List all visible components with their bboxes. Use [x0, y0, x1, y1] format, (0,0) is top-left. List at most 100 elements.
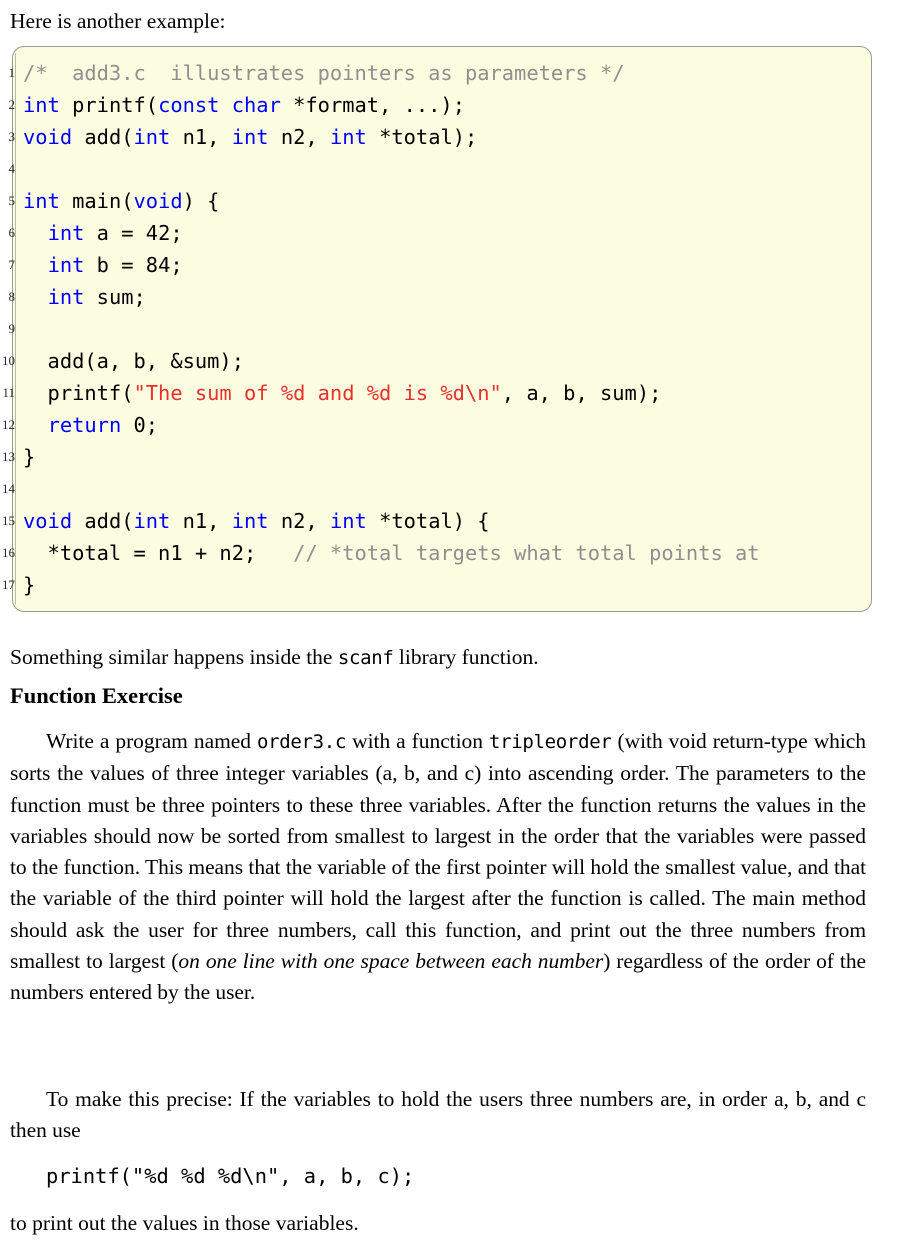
code-line: 1 /* add3.c illustrates pointers as param… [9, 57, 871, 89]
line-number: 16 [2, 545, 15, 560]
code-token-kw: void [133, 189, 183, 213]
code-token-kw: const [158, 93, 220, 117]
code-token-kw: int [23, 189, 60, 213]
document-page: Here is another example: 1 /* add3.c illu… [0, 0, 918, 1250]
intro-text: Here is another example: [10, 9, 226, 33]
code-token-pln: b = 84; [84, 253, 183, 277]
code-line: 13} [2, 441, 871, 473]
closing-paragraph: to print out the values in those variabl… [10, 1208, 359, 1238]
code-listing-box: 1 /* add3.c illustrates pointers as param… [2, 46, 872, 612]
code-line: 5 int main(void) { [9, 185, 871, 217]
line-number: 9 [8, 321, 16, 336]
code-line-text: int main(void) { [23, 185, 219, 217]
code-line: 15 void add(int n1, int n2, int *total) { [2, 505, 871, 537]
code-token-kw: int [133, 125, 171, 149]
code-token-cmt: // *total targets what total points at [293, 541, 760, 565]
line-number: 8 [8, 289, 16, 304]
code-line-text: void add(int n1, int n2, int *total); [23, 121, 477, 153]
line-number: 10 [2, 353, 15, 368]
code-token-pln: *format, ...); [280, 93, 465, 117]
line-number: 3 [8, 129, 16, 144]
code-lines: 1 /* add3.c illustrates pointers as param… [2, 57, 871, 601]
code-token-kw: int [329, 509, 367, 533]
code-token-kw: return [47, 413, 122, 437]
line-number: 14 [2, 481, 15, 496]
code-token-kw: int [47, 285, 85, 309]
line-number: 12 [2, 417, 15, 432]
inline-code-scanf: scanf [337, 647, 394, 669]
code-token-pln: add( [72, 509, 134, 533]
code-token-pln: *total); [366, 125, 478, 149]
code-token-cmt: /* add3.c illustrates pointers as parame… [23, 61, 625, 85]
code-token-kw: void [23, 125, 73, 149]
line-number: 15 [2, 513, 15, 528]
code-token-pln [219, 93, 231, 117]
code-line-text: add(a, b, &sum); [23, 345, 244, 377]
line-number: 6 [8, 225, 16, 240]
code-line: 8 int sum; [9, 281, 871, 313]
code-line-text: printf("The sum of %d and %d is %d\n", a… [23, 377, 662, 409]
code-line: 11 printf("The sum of %d and %d is %d\n"… [2, 377, 871, 409]
code-token-pln: ) { [182, 189, 220, 213]
code-line: 17} [2, 569, 871, 601]
code-line: 9 [9, 313, 871, 345]
code-token-pln: add( [72, 125, 134, 149]
line-number: 17 [2, 577, 15, 592]
code-token-pln: *total) { [366, 509, 490, 533]
code-token-pln: n2, [268, 509, 330, 533]
code-token-kw: int [329, 125, 367, 149]
line-number: 4 [8, 161, 16, 176]
scanf-text-after: library function. [393, 645, 539, 669]
code-token-pln: sum; [84, 285, 146, 309]
scanf-text-before: Something similar happens inside the [10, 645, 338, 669]
code-line: 3 void add(int n1, int n2, int *total); [9, 121, 871, 153]
code-line-text: } [23, 441, 35, 473]
inline-code-tripleorder: tripleorder [488, 731, 612, 753]
exercise-text-p2: To make this precise: If the variables t… [10, 1087, 866, 1143]
exercise-emphasis: on one line with one space between each … [178, 949, 604, 974]
code-line: 6 int a = 42; [9, 217, 871, 249]
printf-snippet: printf("%d %d %d\n", a, b, c); [46, 1164, 415, 1188]
code-token-pln: add(a, b, &sum); [23, 349, 244, 373]
code-token-kw: int [47, 221, 85, 245]
line-number: 13 [2, 449, 15, 464]
code-token-pln: , a, b, sum); [501, 381, 662, 405]
code-line-text: int printf(const char *format, ...); [23, 89, 465, 121]
line-number: 11 [2, 385, 15, 400]
exercise-text-b: with a function [346, 729, 489, 753]
line-number: 2 [8, 97, 16, 112]
code-token-pln [23, 413, 48, 437]
inline-code-order3c: order3.c [256, 731, 347, 753]
code-line: 16 *total = n1 + n2; // *total targets w… [2, 537, 871, 569]
code-token-pln: a = 42; [84, 221, 183, 245]
code-token-pln: } [23, 573, 36, 597]
code-line: 14 [2, 473, 871, 505]
code-token-pln: printf( [23, 381, 134, 405]
code-line-text: } [23, 569, 35, 601]
code-line-text: return 0; [23, 409, 159, 441]
code-token-pln: n2, [268, 125, 330, 149]
exercise-text-a: Write a program named [46, 729, 257, 753]
code-line: 7 int b = 84; [9, 249, 871, 281]
line-number: 1 [8, 65, 16, 80]
code-token-pln: n1, [170, 125, 232, 149]
code-line-text: *total = n1 + n2; // *total targets what… [23, 537, 760, 569]
code-token-pln: n1, [170, 509, 232, 533]
exercise-paragraph-1: Write a program named order3.c with a fu… [10, 726, 866, 1009]
intro-paragraph: Here is another example: [10, 6, 226, 36]
code-token-kw: int [47, 253, 85, 277]
scanf-paragraph: Something similar happens inside the sca… [10, 642, 539, 673]
code-token-pln: printf( [59, 93, 159, 117]
code-token-kw: int [231, 509, 269, 533]
code-token-pln: *total = n1 + n2; [23, 541, 294, 565]
code-token-kw: char [231, 93, 281, 117]
code-line-text: int a = 42; [23, 217, 183, 249]
code-line-text: int b = 84; [23, 249, 183, 281]
code-line: 2 int printf(const char *format, ...); [9, 89, 871, 121]
code-token-pln: 0; [121, 413, 159, 437]
closing-text: to print out the values in those variabl… [10, 1211, 359, 1235]
code-line: 10 add(a, b, &sum); [2, 345, 871, 377]
line-number: 5 [8, 193, 16, 208]
code-token-pln [23, 221, 48, 245]
code-token-pln: main( [59, 189, 134, 213]
